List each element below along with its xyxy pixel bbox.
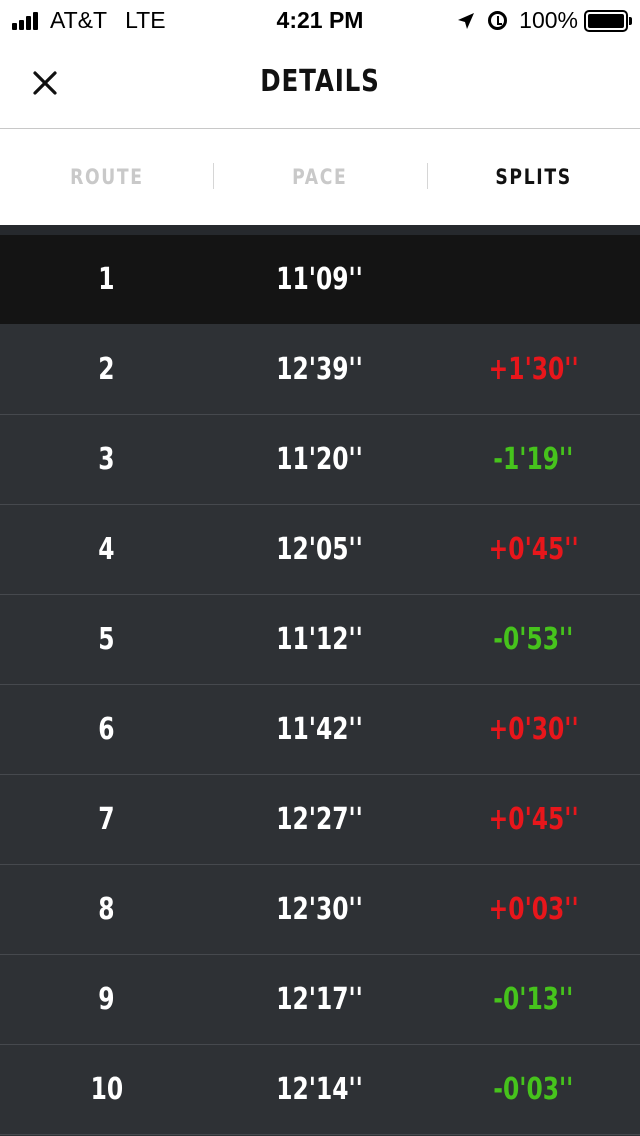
split-row: 8 12'30'' +0'03'' xyxy=(0,865,640,955)
split-row: 9 12'17'' -0'13'' xyxy=(0,955,640,1045)
split-pace-text: 11'09'' xyxy=(276,262,364,297)
split-pace-text: 11'12'' xyxy=(276,622,364,657)
split-pace-text: 11'20'' xyxy=(276,442,364,477)
split-pace-text: 12'39'' xyxy=(276,352,364,387)
split-pace-text: 12'05'' xyxy=(276,532,364,567)
split-pace-text: 12'27'' xyxy=(276,802,364,837)
page-title: DETAILS xyxy=(260,64,380,99)
split-mile-text: 4 xyxy=(98,532,115,567)
split-diff-text: -0'13'' xyxy=(493,982,574,1017)
split-mile: 7 xyxy=(0,802,213,837)
split-pace: 12'14'' xyxy=(213,1072,426,1107)
split-row: 4 12'05'' +0'45'' xyxy=(0,505,640,595)
split-mile-text: 8 xyxy=(98,892,115,927)
split-diff-text: +1'30'' xyxy=(488,352,579,387)
battery-percent: 100% xyxy=(519,7,578,33)
split-diff: -1'19'' xyxy=(427,442,640,477)
split-pace: 12'17'' xyxy=(213,982,426,1017)
split-row: 6 11'42'' +0'30'' xyxy=(0,685,640,775)
split-diff: +0'30'' xyxy=(427,712,640,747)
split-pace: 11'09'' xyxy=(213,262,426,297)
split-mile-text: 9 xyxy=(98,982,115,1017)
split-diff-text: +0'30'' xyxy=(488,712,579,747)
split-mile: 10 xyxy=(0,1072,213,1107)
split-mile: 1 xyxy=(0,262,213,297)
split-mile-text: 1 xyxy=(98,262,115,297)
split-diff-text: -1'19'' xyxy=(493,442,574,477)
tab-splits[interactable]: SPLITS xyxy=(426,129,640,225)
split-mile: 8 xyxy=(0,892,213,927)
status-bar: AT&T LTE 4:21 PM 100% xyxy=(0,0,640,40)
split-pace-text: 12'17'' xyxy=(276,982,364,1017)
split-mile-text: 6 xyxy=(98,712,115,747)
split-row: 5 11'12'' -0'53'' xyxy=(0,595,640,685)
split-diff: -0'13'' xyxy=(427,982,640,1017)
alarm-icon xyxy=(488,11,508,30)
split-mile-text: 3 xyxy=(98,442,115,477)
split-diff: +0'45'' xyxy=(427,802,640,837)
split-diff: +0'45'' xyxy=(427,532,640,567)
tab-bar: ROUTE PACE SPLITS xyxy=(0,129,640,225)
location-arrow-icon xyxy=(458,12,475,29)
split-mile-text: 7 xyxy=(98,802,115,837)
split-diff xyxy=(427,262,640,297)
split-pace: 11'12'' xyxy=(213,622,426,657)
split-mile: 2 xyxy=(0,352,213,387)
split-pace: 11'42'' xyxy=(213,712,426,747)
split-pace: 12'27'' xyxy=(213,802,426,837)
split-pace-text: 12'30'' xyxy=(276,892,364,927)
split-row: 1 11'09'' xyxy=(0,235,640,325)
split-row: 10 12'14'' -0'03'' xyxy=(0,1045,640,1135)
split-mile: 9 xyxy=(0,982,213,1017)
split-pace: 12'05'' xyxy=(213,532,426,567)
split-diff: -0'03'' xyxy=(427,1072,640,1107)
tab-route[interactable]: ROUTE xyxy=(0,129,213,225)
split-diff-text: +0'45'' xyxy=(488,802,579,837)
split-mile-text: 10 xyxy=(90,1072,123,1107)
tab-route-label: ROUTE xyxy=(69,165,144,189)
split-diff: +1'30'' xyxy=(427,352,640,387)
split-diff-text: +0'03'' xyxy=(488,892,579,927)
split-mile-text: 2 xyxy=(98,352,115,387)
splits-list[interactable]: 1 11'09'' 2 12'39'' +1'30'' 3 11'20'' -1'19'' 4 1… xyxy=(0,225,640,1136)
split-mile: 5 xyxy=(0,622,213,657)
split-diff-text: -0'03'' xyxy=(493,1072,574,1107)
split-diff-text: -0'53'' xyxy=(493,622,574,657)
splits-top-gap xyxy=(0,225,640,235)
split-diff: +0'03'' xyxy=(427,892,640,927)
split-diff-text: +0'45'' xyxy=(488,532,579,567)
splits-rows: 1 11'09'' 2 12'39'' +1'30'' 3 11'20'' -1'19'' 4 1… xyxy=(0,235,640,1135)
split-row: 3 11'20'' -1'19'' xyxy=(0,415,640,505)
split-mile: 6 xyxy=(0,712,213,747)
split-mile: 4 xyxy=(0,532,213,567)
split-pace-text: 12'14'' xyxy=(276,1072,364,1107)
split-mile-text: 5 xyxy=(98,622,115,657)
navigation-bar: DETAILS xyxy=(0,40,640,129)
tab-pace-label: PACE xyxy=(292,165,348,189)
split-pace-text: 11'42'' xyxy=(276,712,364,747)
tab-pace[interactable]: PACE xyxy=(213,129,426,225)
split-mile: 3 xyxy=(0,442,213,477)
split-row: 7 12'27'' +0'45'' xyxy=(0,775,640,865)
battery-icon xyxy=(584,9,632,32)
status-bar-right: 100% xyxy=(456,7,632,34)
split-pace: 11'20'' xyxy=(213,442,426,477)
split-diff: -0'53'' xyxy=(427,622,640,657)
split-pace: 12'30'' xyxy=(213,892,426,927)
split-row: 2 12'39'' +1'30'' xyxy=(0,325,640,415)
split-pace: 12'39'' xyxy=(213,352,426,387)
tab-splits-label: SPLITS xyxy=(495,165,572,189)
